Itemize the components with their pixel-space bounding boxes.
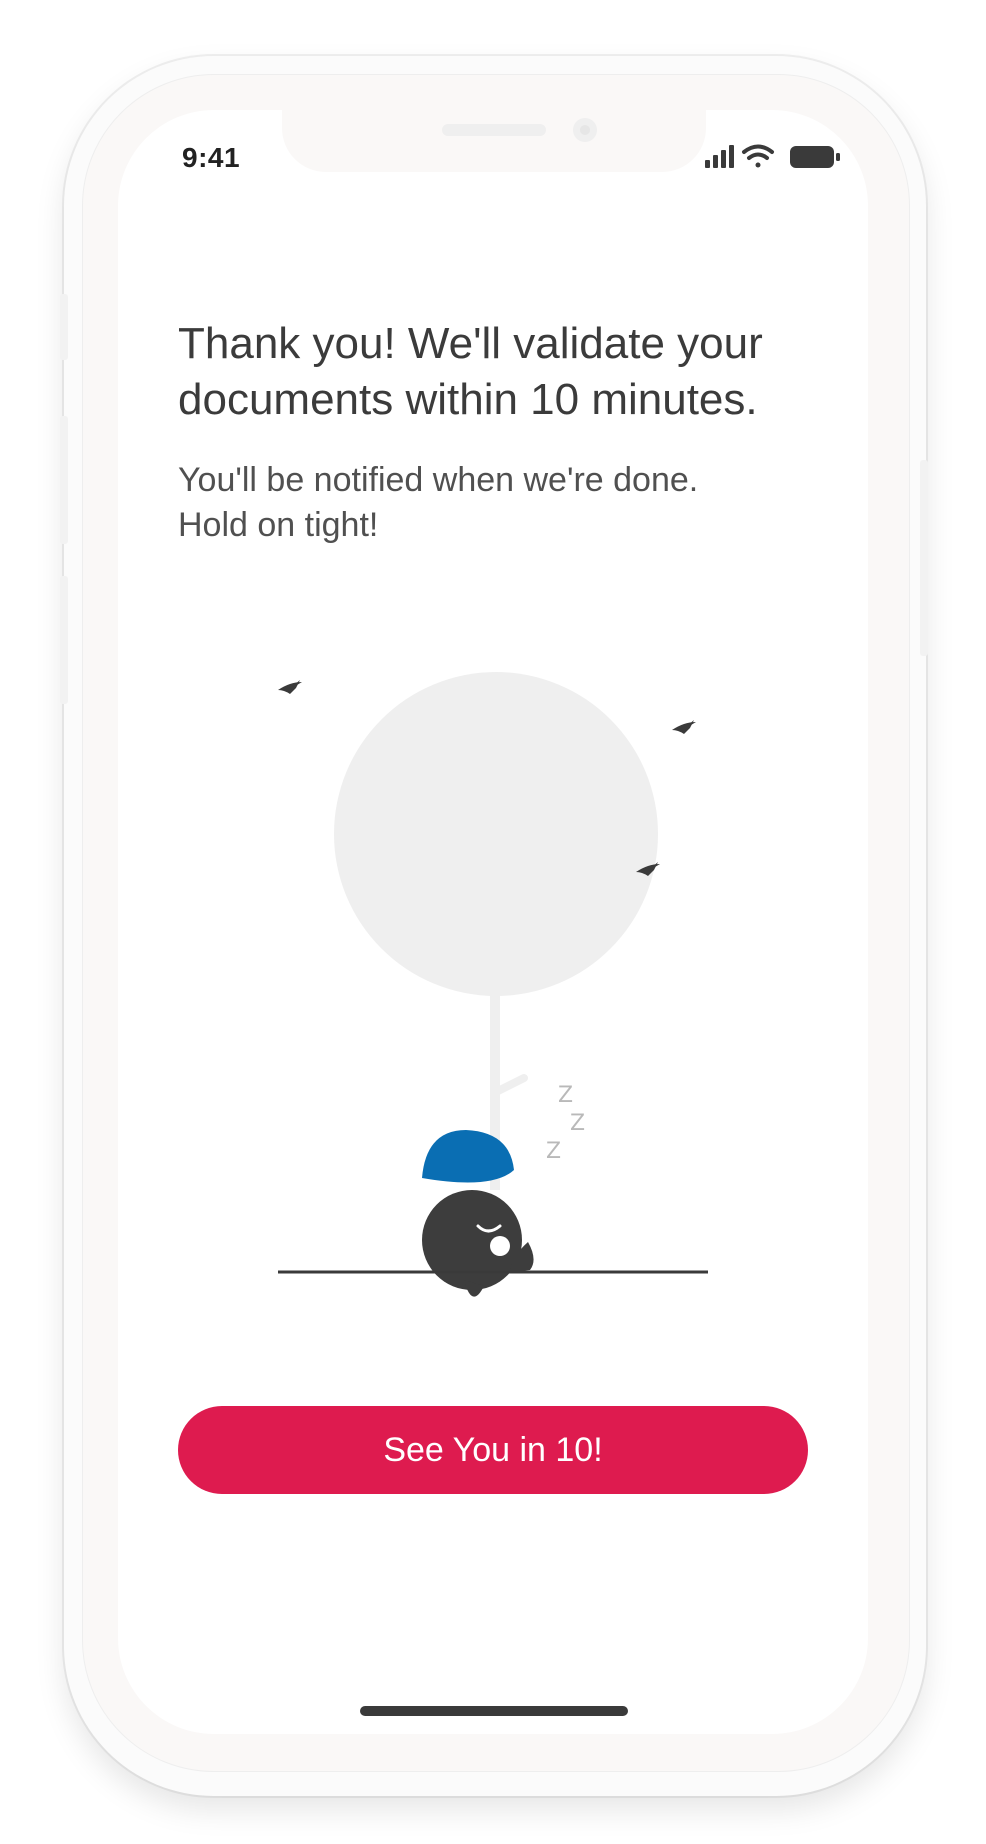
page: 9:41 Thank you! We'll validate your docu… [0,0,986,1844]
subtitle-line-2: Hold on tight! [178,506,379,544]
subtitle-line-1: You'll be notified when we're done. [178,461,699,499]
phone-volume-up-button [60,416,68,544]
sleep-zzz-icon: Z Z Z [546,1083,585,1164]
zzz-letter: Z [558,1083,573,1108]
phone-mute-switch [60,294,68,360]
sleeping-character-illustration: Z Z Z [260,660,740,1300]
phone-power-button [920,460,928,656]
page-title: Thank you! We'll validate your documents… [178,319,763,424]
home-indicator[interactable] [360,1706,628,1716]
page-subtitle: You'll be notified when we're done. Hold… [178,458,818,548]
front-camera [573,118,597,142]
bird-icon [278,680,302,694]
signal-icon [705,145,734,168]
zzz-letter: Z [570,1111,585,1136]
see-you-in-10-button[interactable]: See You in 10! [178,1406,808,1494]
status-icons [704,144,844,170]
zzz-letter: Z [546,1139,561,1164]
battery-icon [790,146,840,168]
status-time: 9:41 [182,142,241,173]
wifi-icon [742,144,774,168]
tree-illustration [334,672,658,1190]
phone-volume-down-button [60,576,68,704]
speaker-grille [442,124,546,136]
bird-icon [672,720,696,734]
phone-notch [282,110,706,172]
hat-icon [422,1130,514,1183]
